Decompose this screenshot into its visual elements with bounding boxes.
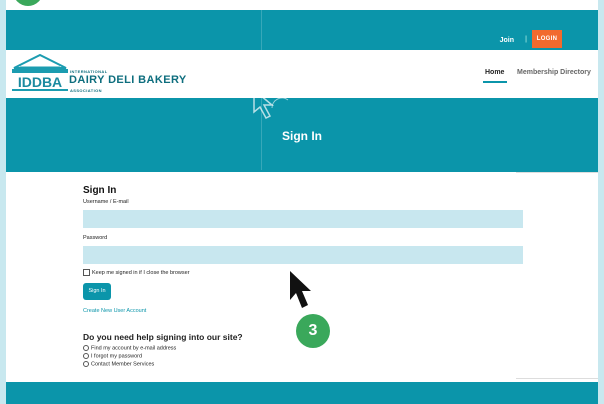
top-bar-separator: | <box>525 36 527 43</box>
ghost-cursor-icon <box>253 88 289 119</box>
iddba-logo[interactable]: IDDBA <box>10 54 70 94</box>
username-label: Username / E-mail <box>83 199 129 205</box>
page-banner: Sign In <box>6 98 598 172</box>
password-input[interactable] <box>83 246 523 264</box>
site-footer <box>6 382 598 404</box>
help-option[interactable]: Find my account by e-mail address <box>83 345 176 351</box>
radio-icon[interactable] <box>83 361 89 367</box>
create-account-link[interactable]: Create New User Account <box>83 308 146 314</box>
remember-me-checkbox[interactable] <box>83 269 90 276</box>
login-button[interactable]: LOGIN <box>532 30 562 48</box>
divider-line <box>516 378 598 379</box>
help-option-label: Contact Member Services <box>91 361 155 368</box>
org-line-3: ASSOCIATION <box>70 88 102 93</box>
nav-home[interactable]: Home <box>485 69 504 76</box>
radio-icon[interactable] <box>83 345 89 351</box>
nav-active-underline <box>483 81 507 83</box>
sign-in-button[interactable]: Sign In <box>83 283 111 300</box>
sign-in-heading: Sign In <box>83 185 117 196</box>
logo-text: IDDBA <box>18 74 62 90</box>
nav-membership-directory[interactable]: Membership Directory <box>517 69 591 76</box>
remember-me-label: Keep me signed in if I close the browser <box>92 269 190 276</box>
top-bar: Join | LOGIN <box>6 10 598 50</box>
browser-page: Join | LOGIN IDDBA INTERNATIONAL DAIRY D… <box>6 0 598 404</box>
join-link[interactable]: Join <box>500 37 514 44</box>
password-label: Password <box>83 235 108 241</box>
help-option[interactable]: Contact Member Services <box>83 361 154 367</box>
help-heading: Do you need help signing into our site? <box>83 332 243 342</box>
help-option-label: I forgot my password <box>91 353 143 360</box>
divider-line <box>516 172 598 173</box>
cursor-arrow-icon <box>290 271 311 308</box>
banner-title: Sign In <box>282 129 322 143</box>
help-option[interactable]: I forgot my password <box>83 353 142 359</box>
site-header: IDDBA INTERNATIONAL DAIRY DELI BAKERY AS… <box>6 50 598 98</box>
help-option-label: Find my account by e-mail address <box>91 345 177 352</box>
username-input[interactable] <box>83 210 523 228</box>
radio-icon[interactable] <box>83 353 89 359</box>
remember-me-row[interactable]: Keep me signed in if I close the browser <box>83 269 190 276</box>
step-badge: 3 <box>296 314 330 348</box>
org-name: DAIRY DELI BAKERY <box>69 74 187 86</box>
